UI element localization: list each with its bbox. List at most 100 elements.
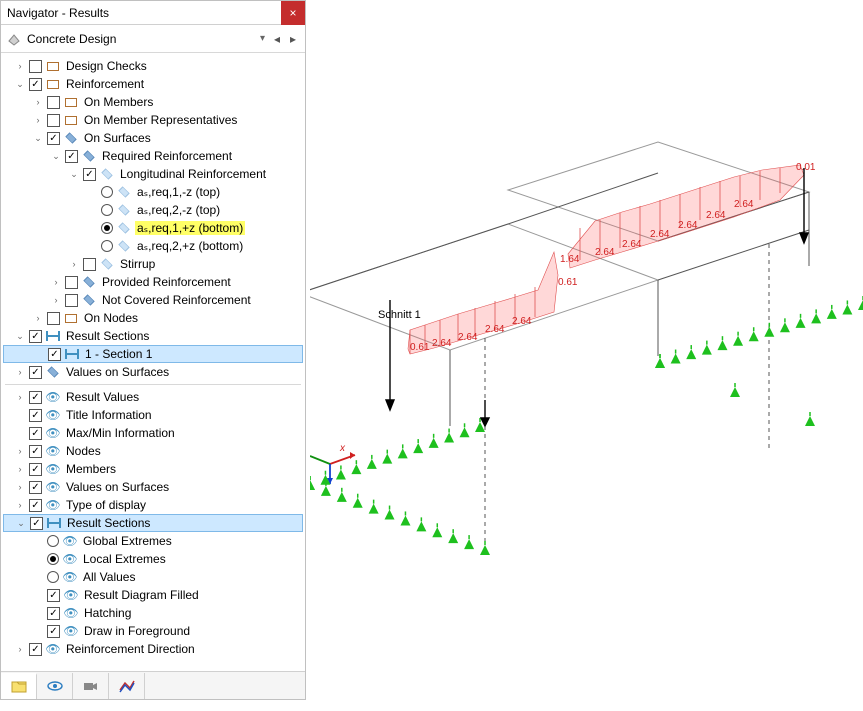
tree-item-long-reinf[interactable]: ⌄✓Longitudinal Reinforcement xyxy=(3,165,303,183)
expand-toggle[interactable]: ⌄ xyxy=(14,331,26,342)
supports xyxy=(310,0,863,555)
expand-toggle[interactable]: › xyxy=(32,313,44,323)
tree-item-on-members[interactable]: ›On Members xyxy=(3,93,303,111)
checkbox[interactable]: ✓ xyxy=(29,78,42,91)
tree-item-members2[interactable]: ›✓👁Members xyxy=(3,460,303,478)
close-button[interactable]: × xyxy=(281,1,305,25)
expand-toggle[interactable]: ⌄ xyxy=(32,133,44,144)
expand-toggle[interactable]: › xyxy=(50,295,62,305)
tree-item-values-on-surf2[interactable]: ›✓👁Values on Surfaces xyxy=(3,478,303,496)
tree-item-on-nodes[interactable]: ›On Nodes xyxy=(3,309,303,327)
tree-item-type-of-display[interactable]: ›✓👁Type of display xyxy=(3,496,303,514)
checkbox[interactable]: ✓ xyxy=(47,589,60,602)
checkbox[interactable]: ✓ xyxy=(47,132,60,145)
radio[interactable] xyxy=(101,240,113,252)
checkbox[interactable]: ✓ xyxy=(29,366,42,379)
checkbox[interactable]: ✓ xyxy=(47,625,60,638)
checkbox[interactable]: ✓ xyxy=(47,607,60,620)
tree-item-on-surfaces[interactable]: ⌄✓On Surfaces xyxy=(3,129,303,147)
eye-icon: 👁 xyxy=(45,642,61,656)
radio[interactable] xyxy=(47,535,59,547)
expand-toggle[interactable]: › xyxy=(14,61,26,71)
data-label: 0.61 xyxy=(410,342,430,353)
expand-toggle[interactable]: › xyxy=(14,392,26,402)
expand-toggle[interactable]: › xyxy=(14,500,26,510)
tree-item-as2top[interactable]: aₛ,req,2,-z (top) xyxy=(3,201,303,219)
tree-item-reinforcement[interactable]: ⌄✓Reinforcement xyxy=(3,75,303,93)
results-tree[interactable]: ›Design Checks⌄✓Reinforcement›On Members… xyxy=(1,53,305,671)
tree-item-result-sections2[interactable]: ⌄✓Result Sections xyxy=(3,514,303,532)
module-selector[interactable]: Concrete Design ▾ ◂ ▸ xyxy=(1,25,305,53)
radio[interactable] xyxy=(101,222,113,234)
tree-item-result-sections[interactable]: ⌄✓Result Sections xyxy=(3,327,303,345)
tree-item-values-on-surf-top[interactable]: ›✓Values on Surfaces xyxy=(3,363,303,381)
checkbox[interactable] xyxy=(47,96,60,109)
checkbox[interactable]: ✓ xyxy=(29,330,42,343)
tree-item-global-extremes[interactable]: 👁Global Extremes xyxy=(3,532,303,550)
expand-toggle[interactable]: › xyxy=(32,97,44,107)
tree-item-local-extremes[interactable]: 👁Local Extremes xyxy=(3,550,303,568)
tree-item-stirrup[interactable]: ›Stirrup xyxy=(3,255,303,273)
checkbox[interactable]: ✓ xyxy=(48,348,61,361)
tree-item-reinf-direction[interactable]: ›✓👁Reinforcement Direction xyxy=(3,640,303,658)
radio[interactable] xyxy=(101,186,113,198)
radio[interactable] xyxy=(101,204,113,216)
tree-item-diagram-filled[interactable]: ✓👁Result Diagram Filled xyxy=(3,586,303,604)
checkbox[interactable]: ✓ xyxy=(65,150,78,163)
tree-item-on-member-reps[interactable]: ›On Member Representatives xyxy=(3,111,303,129)
tree-item-maxmin-info[interactable]: ✓👁Max/Min Information xyxy=(3,424,303,442)
tree-item-all-values[interactable]: 👁All Values xyxy=(3,568,303,586)
tree-item-foreground[interactable]: ✓👁Draw in Foreground xyxy=(3,622,303,640)
checkbox[interactable] xyxy=(65,276,78,289)
checkbox[interactable]: ✓ xyxy=(30,517,43,530)
expand-toggle[interactable]: › xyxy=(32,115,44,125)
checkbox[interactable]: ✓ xyxy=(29,391,42,404)
model-viewport[interactable]: 0.612.642.642.642.640.611.64 2.642.642.6… xyxy=(310,0,863,708)
tab-project[interactable] xyxy=(1,673,37,699)
checkbox[interactable] xyxy=(29,60,42,73)
checkbox[interactable]: ✓ xyxy=(29,643,42,656)
tree-item-title-info[interactable]: ✓👁Title Information xyxy=(3,406,303,424)
checkbox[interactable] xyxy=(65,294,78,307)
expand-toggle[interactable]: ⌄ xyxy=(15,518,27,529)
tree-item-not-covered[interactable]: ›Not Covered Reinforcement xyxy=(3,291,303,309)
checkbox[interactable]: ✓ xyxy=(29,409,42,422)
checkbox[interactable]: ✓ xyxy=(29,481,42,494)
tree-item-as1bot[interactable]: aₛ,req,1,+z (bottom) xyxy=(3,219,303,237)
tab-view[interactable] xyxy=(37,673,73,699)
expand-toggle[interactable]: › xyxy=(14,446,26,456)
expand-toggle[interactable]: › xyxy=(14,482,26,492)
tree-item-result-values[interactable]: ›✓👁Result Values xyxy=(3,388,303,406)
tree-item-nodes[interactable]: ›✓👁Nodes xyxy=(3,442,303,460)
tree-item-as1top[interactable]: aₛ,req,1,-z (top) xyxy=(3,183,303,201)
checkbox[interactable] xyxy=(83,258,96,271)
checkbox[interactable] xyxy=(47,114,60,127)
checkbox[interactable]: ✓ xyxy=(29,445,42,458)
radio[interactable] xyxy=(47,571,59,583)
next-module-button[interactable]: ▸ xyxy=(285,31,301,47)
checkbox[interactable]: ✓ xyxy=(29,499,42,512)
expand-toggle[interactable]: › xyxy=(14,644,26,654)
tree-item-design-checks[interactable]: ›Design Checks xyxy=(3,57,303,75)
expand-toggle[interactable]: › xyxy=(14,367,26,377)
prev-module-button[interactable]: ◂ xyxy=(269,31,285,47)
tree-item-required-reinf[interactable]: ⌄✓Required Reinforcement xyxy=(3,147,303,165)
tab-results[interactable] xyxy=(109,673,145,699)
expand-toggle[interactable]: ⌄ xyxy=(68,169,80,180)
tree-item-as2bot[interactable]: aₛ,req,2,+z (bottom) xyxy=(3,237,303,255)
expand-toggle[interactable]: › xyxy=(50,277,62,287)
radio[interactable] xyxy=(47,553,59,565)
checkbox[interactable] xyxy=(47,312,60,325)
expand-toggle[interactable]: ⌄ xyxy=(50,151,62,162)
tree-item-section1[interactable]: ✓1 - Section 1 xyxy=(3,345,303,363)
tab-camera[interactable] xyxy=(73,673,109,699)
expand-toggle[interactable]: › xyxy=(68,259,80,269)
module-dropdown[interactable]: Concrete Design xyxy=(27,32,256,46)
expand-toggle[interactable]: ⌄ xyxy=(14,79,26,90)
checkbox[interactable]: ✓ xyxy=(83,168,96,181)
tree-item-provided-reinf[interactable]: ›Provided Reinforcement xyxy=(3,273,303,291)
expand-toggle[interactable]: › xyxy=(14,464,26,474)
tree-item-hatching[interactable]: ✓👁Hatching xyxy=(3,604,303,622)
checkbox[interactable]: ✓ xyxy=(29,427,42,440)
checkbox[interactable]: ✓ xyxy=(29,463,42,476)
